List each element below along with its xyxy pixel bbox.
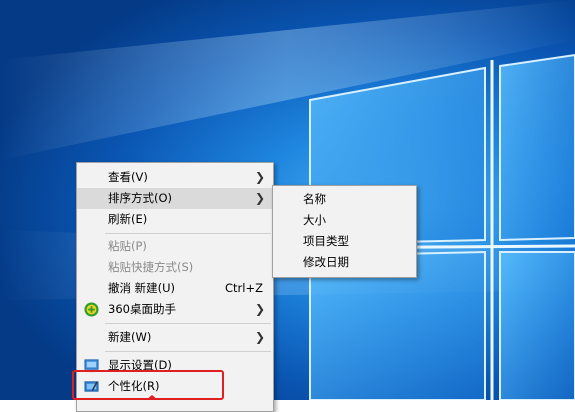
- menu-item-360-desktop-assistant[interactable]: 360桌面助手 ❯: [77, 299, 273, 320]
- 360-icon: [84, 302, 99, 317]
- menu-item-undo-new[interactable]: 撤消 新建(U) Ctrl+Z: [77, 278, 273, 299]
- submenu-item-item-type[interactable]: 项目类型: [273, 231, 416, 252]
- menu-item-paste-shortcut: 粘贴快捷方式(S): [77, 257, 273, 278]
- menu-item-label: 撤消 新建(U): [108, 281, 176, 295]
- menu-item-label: 刷新(E): [108, 212, 148, 226]
- chevron-right-icon: ❯: [254, 330, 265, 344]
- menu-separator: [105, 351, 271, 352]
- menu-item-label: 排序方式(O): [108, 191, 173, 205]
- menu-separator: [105, 323, 271, 324]
- sort-by-submenu: 名称 大小 项目类型 修改日期: [272, 185, 417, 278]
- submenu-item-size[interactable]: 大小: [273, 210, 416, 231]
- menu-item-new[interactable]: 新建(W) ❯: [77, 327, 273, 348]
- menu-item-label: 查看(V): [108, 170, 148, 184]
- menu-item-label: 粘贴(P): [108, 239, 147, 253]
- menu-item-refresh[interactable]: 刷新(E): [77, 209, 273, 230]
- submenu-item-name[interactable]: 名称: [273, 189, 416, 210]
- submenu-item-label: 修改日期: [303, 255, 349, 269]
- chevron-right-icon: ❯: [254, 191, 265, 205]
- menu-item-label: 360桌面助手: [108, 302, 176, 316]
- menu-item-label: 粘贴快捷方式(S): [108, 260, 194, 274]
- menu-separator: [105, 233, 271, 234]
- menu-item-shortcut: Ctrl+Z: [225, 281, 263, 295]
- annotation-arrow-icon: [146, 395, 158, 400]
- submenu-item-label: 大小: [303, 213, 326, 227]
- submenu-item-label: 名称: [303, 192, 326, 206]
- menu-item-paste: 粘贴(P): [77, 236, 273, 257]
- chevron-right-icon: ❯: [254, 170, 265, 184]
- chevron-right-icon: ❯: [254, 302, 265, 316]
- submenu-item-label: 项目类型: [303, 234, 349, 248]
- menu-item-sort-by[interactable]: 排序方式(O) ❯: [77, 188, 273, 209]
- menu-item-view[interactable]: 查看(V) ❯: [77, 167, 273, 188]
- submenu-item-date-modified[interactable]: 修改日期: [273, 252, 416, 273]
- menu-item-label: 新建(W): [108, 330, 152, 344]
